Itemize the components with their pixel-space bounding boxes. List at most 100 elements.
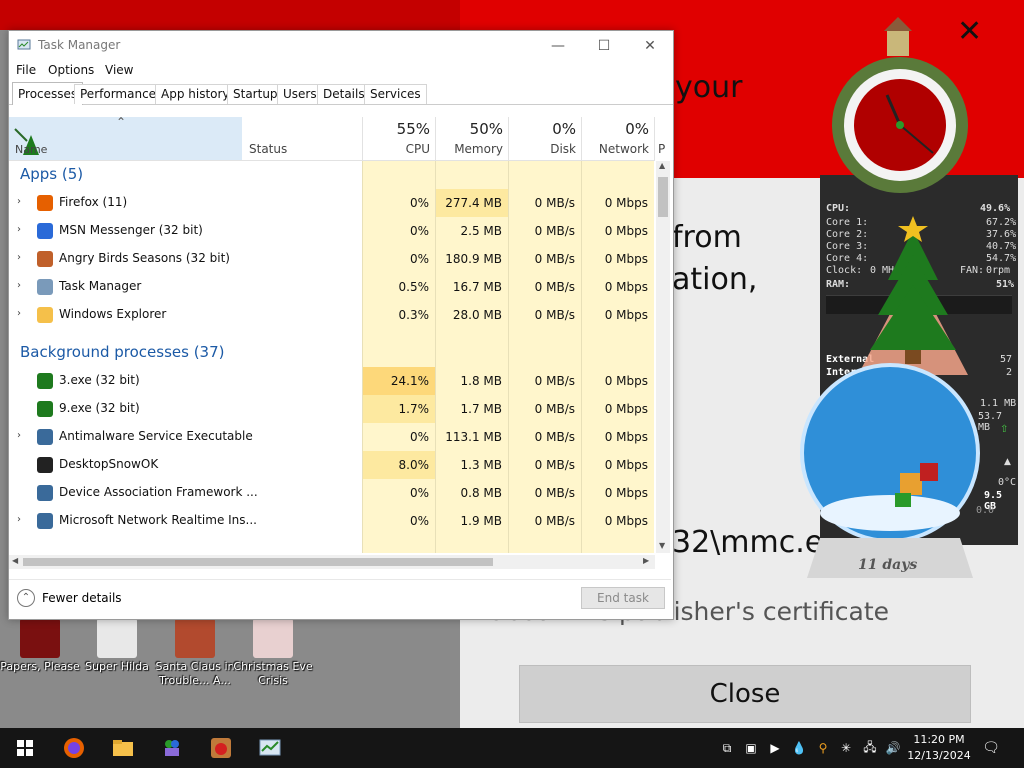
tab-startup[interactable]: Startup — [227, 84, 284, 104]
process-row[interactable]: DesktopSnowOK 8.0% 1.3 MB 0 MB/s 0 Mbps — [9, 451, 655, 479]
cpu-cell: 0.5% — [398, 280, 430, 294]
process-row[interactable]: › Firefox (11) 0% 277.4 MB 0 MB/s 0 Mbps — [9, 189, 655, 217]
desktop-icon-santa-claus[interactable]: Santa Claus in Trouble... A... — [155, 618, 235, 688]
memory-cell: 277.4 MB — [436, 189, 508, 217]
search-icon[interactable]: ⚲ — [815, 740, 831, 756]
desktop-icon-christmas-eve-crisis[interactable]: Christmas Eve Crisis — [233, 618, 313, 688]
task-manager-icon[interactable] — [258, 736, 282, 760]
santa-claus-icon — [175, 618, 215, 658]
group-header-apps: Apps (5) — [9, 161, 655, 189]
end-task-button[interactable]: End task — [581, 587, 665, 609]
scroll-thumb[interactable] — [23, 558, 493, 566]
folder-icon — [37, 307, 53, 323]
media-icon[interactable]: ▶ — [767, 740, 783, 756]
drop-icon[interactable]: 💧 — [791, 740, 807, 756]
display-icon[interactable]: ▣ — [743, 740, 759, 756]
process-row[interactable]: › MSN Messenger (32 bit) 0% 2.5 MB 0 MB/s 0 M… — [9, 217, 655, 245]
cpu-column-header[interactable]: 55% CPU — [362, 117, 436, 160]
memory-column-header[interactable]: 50% Memory — [435, 117, 509, 160]
expand-icon[interactable]: › — [17, 224, 27, 235]
dialog-text-3: ation, — [672, 262, 758, 297]
christmas-tree-icon — [37, 373, 53, 389]
expand-icon[interactable]: › — [17, 308, 27, 319]
name-column-header[interactable]: ⌃ Name — [9, 115, 242, 160]
christmas-clock-gadget — [832, 17, 968, 193]
msn-messenger-icon[interactable] — [160, 736, 184, 760]
disk-cell: 0 MB/s — [534, 514, 575, 528]
super-hilda-icon — [97, 618, 137, 658]
snowflake-icon[interactable]: ✳ — [838, 740, 854, 756]
cpu-cell: 0% — [409, 224, 429, 238]
ram-label: RAM: — [826, 279, 851, 290]
expand-icon[interactable]: › — [17, 430, 27, 441]
maximize-button[interactable]: ☐ — [581, 33, 627, 59]
cpu-cell: 0% — [409, 430, 429, 444]
firefox-icon[interactable] — [62, 736, 86, 760]
disk-cell: 0 MB/s — [534, 280, 575, 294]
tab-services[interactable]: Services — [364, 84, 427, 104]
cpu-cell: 24.1% — [363, 367, 435, 395]
desktop-icon-papers-please[interactable]: Papers, Please — [0, 618, 80, 674]
memory-cell: 180.9 MB — [445, 252, 502, 266]
disk-total: 0% — [552, 120, 576, 138]
horizontal-scrollbar[interactable]: ◀ ▶ — [9, 555, 655, 569]
expand-icon[interactable]: › — [17, 252, 27, 263]
process-row[interactable]: 3.exe (32 bit) 24.1% 1.8 MB 0 MB/s 0 Mbps — [9, 367, 655, 395]
scroll-thumb[interactable] — [658, 177, 668, 217]
file-explorer-icon[interactable] — [111, 736, 135, 760]
expand-icon[interactable]: › — [17, 514, 27, 525]
window-icon[interactable]: ⧉ — [719, 740, 735, 756]
expand-icon[interactable]: › — [17, 196, 27, 207]
network-cell: 0 Mbps — [604, 402, 648, 416]
disk-column-header[interactable]: 0% Disk — [508, 117, 582, 160]
process-row[interactable]: › Microsoft Network Realtime Ins... 0% 1.9 … — [9, 507, 655, 535]
scroll-down-icon[interactable]: ▼ — [659, 541, 665, 550]
process-row[interactable]: › Antimalware Service Executable 0% 113.1 M… — [9, 423, 655, 451]
process-name: MSN Messenger (32 bit) — [59, 223, 203, 237]
chevron-up-icon[interactable]: ▲ — [1004, 457, 1011, 467]
process-row[interactable]: › Angry Birds Seasons (32 bit) 0% 180.9 MB 0… — [9, 245, 655, 273]
snow-globe-gadget — [800, 363, 980, 578]
taskbar-clock[interactable]: 11:20 PM 12/13/2024 — [904, 732, 974, 764]
tab-app-history[interactable]: App history — [155, 84, 236, 104]
scroll-up-icon[interactable]: ▲ — [659, 161, 665, 170]
process-row[interactable]: › Task Manager 0.5% 16.7 MB 0 MB/s 0 Mbps — [9, 273, 655, 301]
angry-birds-icon[interactable] — [209, 736, 233, 760]
cpu-cell: 0% — [409, 486, 429, 500]
status-column-header[interactable]: Status — [242, 117, 362, 160]
windows-start-icon[interactable] — [13, 736, 37, 760]
scroll-right-icon[interactable]: ▶ — [643, 556, 649, 565]
process-row[interactable]: Device Association Framework ... 0% 0.8 MB… — [9, 479, 655, 507]
menu-file[interactable]: File — [16, 63, 36, 77]
process-name: Windows Explorer — [59, 307, 167, 321]
title-bar[interactable]: Task Manager — ☐ ✕ — [9, 31, 673, 61]
process-row[interactable]: › Windows Explorer 0.3% 28.0 MB 0 MB/s 0 Mbps — [9, 301, 655, 329]
scroll-left-icon[interactable]: ◀ — [12, 556, 18, 565]
disk-cell: 0 MB/s — [534, 486, 575, 500]
desktop-icon-label: Christmas Eve Crisis — [233, 660, 313, 687]
expand-icon[interactable]: › — [17, 280, 27, 291]
close-button[interactable]: Close — [519, 665, 971, 723]
tab-users[interactable]: Users — [277, 84, 323, 104]
process-row[interactable]: 9.exe (32 bit) 1.7% 1.7 MB 0 MB/s 0 Mbps — [9, 395, 655, 423]
power-column-header[interactable]: P — [654, 117, 665, 160]
vertical-scrollbar[interactable]: ▲ ▼ — [656, 161, 670, 553]
group-title: Background processes (37) — [20, 343, 225, 361]
desktop-icon-super-hilda[interactable]: Super Hilda — [77, 618, 157, 674]
volume-icon[interactable]: 🔊 — [885, 740, 901, 756]
network-column-header[interactable]: 0% Network — [581, 117, 655, 160]
dialog-text-1: your — [675, 70, 743, 105]
tab-processes[interactable]: Processes — [12, 82, 84, 105]
menu-options[interactable]: Options — [48, 63, 94, 77]
desktop-icon-label: Santa Claus in Trouble... A... — [155, 660, 235, 687]
menu-view[interactable]: View — [105, 63, 133, 77]
msn-messenger-icon — [37, 223, 53, 239]
minimize-button[interactable]: — — [535, 33, 581, 59]
tab-performance[interactable]: Performance — [74, 84, 163, 104]
notifications-icon[interactable]: 🗨 — [982, 740, 1000, 756]
close-button[interactable]: ✕ — [627, 33, 673, 59]
process-list: Apps (5) › Firefox (11) 0% 277.4 MB 0 MB/s 0 … — [9, 161, 655, 553]
network-internal-value: 2 — [1006, 367, 1013, 378]
tab-details[interactable]: Details — [317, 84, 371, 104]
network-icon[interactable]: 🖧 — [862, 740, 878, 756]
